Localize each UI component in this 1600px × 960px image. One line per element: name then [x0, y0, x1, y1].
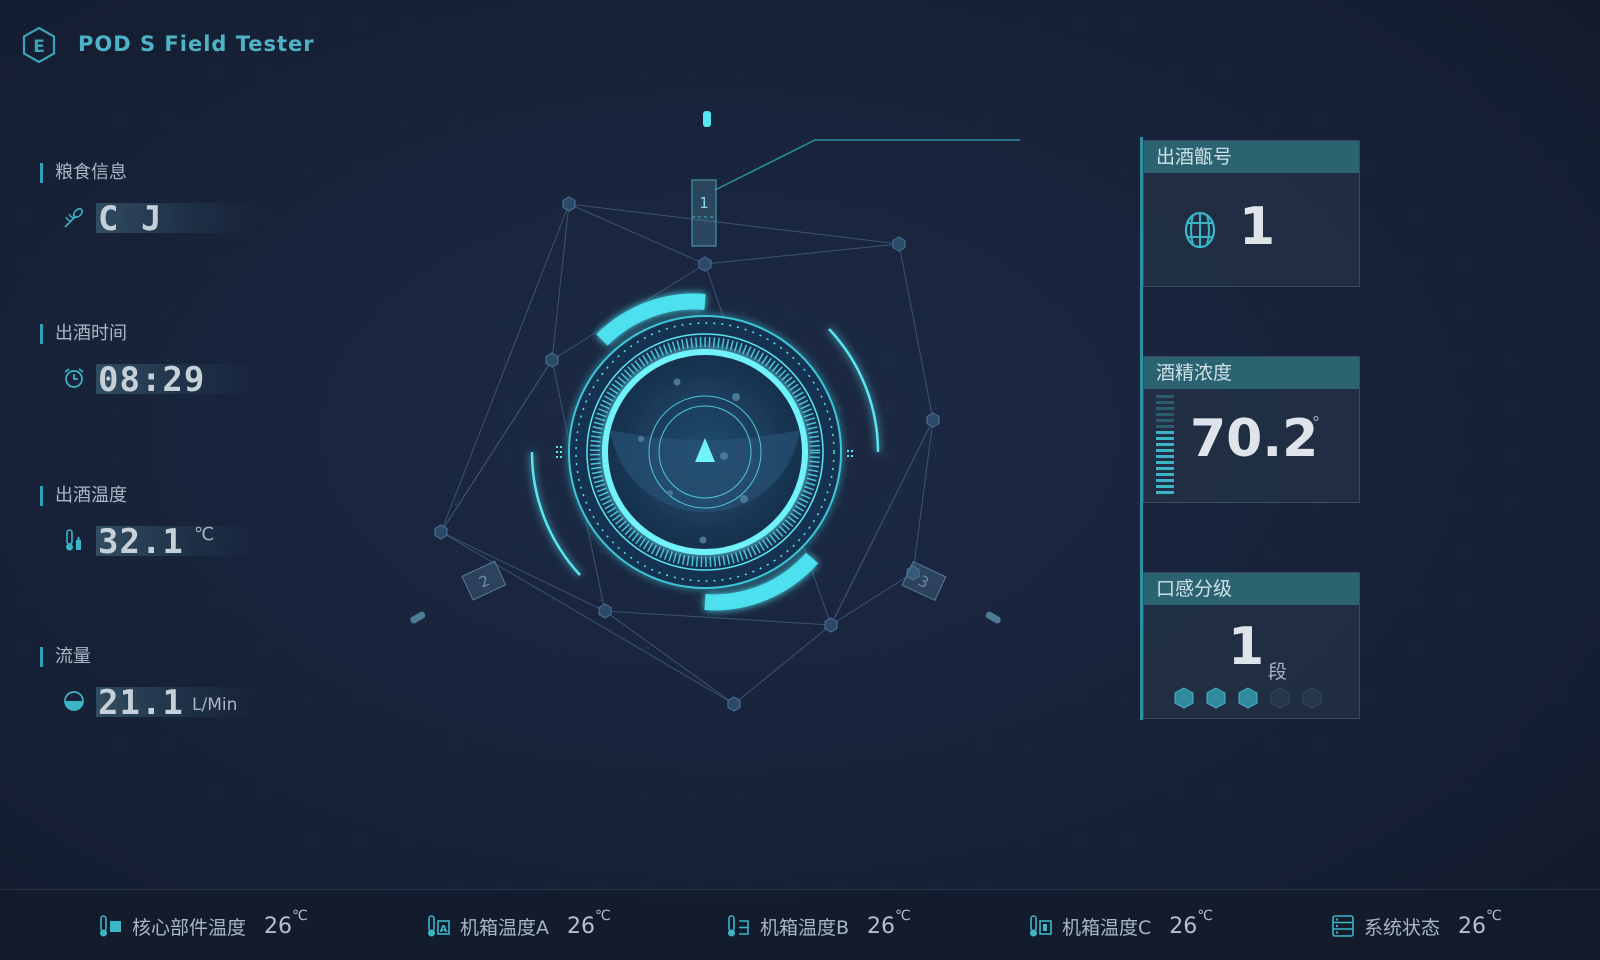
connector-line [714, 139, 1020, 191]
info-flow-label: 流量 [40, 647, 260, 667]
card-alcohol-title: 酒精浓度 [1144, 357, 1359, 389]
info-time: 出酒时间 08:29 [40, 324, 260, 400]
status-footer: 核心部件温度 26℃ A 机箱温度A 26℃ 机箱温度B 26℃ 机箱温度C 2… [0, 889, 1600, 960]
taste-grade-value: 1 [1228, 617, 1265, 677]
footer-core-temp-label: 核心部件温度 [132, 916, 247, 939]
card-taste-grade: 口感分级 1 段 [1143, 572, 1360, 719]
temperature-value: 32.1 [98, 522, 184, 562]
main-dial [556, 315, 853, 589]
footer-case-temp-b: 机箱温度B 26℃ [726, 908, 911, 940]
footer-unit: ℃ [895, 907, 911, 924]
info-grain: 粮食信息 C J [40, 163, 260, 239]
case-temp-a-icon: A [428, 915, 450, 937]
thermometer-icon [66, 529, 81, 551]
alarm-clock-icon [64, 368, 84, 388]
footer-system-status-label: 系统状态 [1364, 916, 1441, 939]
footer-case-temp-a-value: 26 [567, 913, 595, 939]
still-number-value: 1 [1239, 197, 1276, 257]
flow-value: 21.1 [98, 683, 184, 723]
footer-unit: ℃ [1486, 907, 1502, 924]
taste-rating [1174, 687, 1322, 709]
card-taste-grade-title: 口感分级 [1144, 573, 1359, 605]
marker-3: 3 [901, 560, 947, 602]
footer-core-temp-value: 26 [264, 913, 293, 939]
app-title: POD S Field Tester [78, 32, 315, 56]
app-logo: E [22, 26, 56, 64]
flow-unit: L/Min [192, 695, 238, 715]
rating-hexagon-icon [1270, 687, 1290, 709]
footer-system-status: 系统状态 26℃ [1330, 908, 1502, 940]
footer-case-temp-a-label: 机箱温度A [460, 916, 549, 939]
alcohol-value: 70.2 [1190, 409, 1319, 469]
svg-text:1: 1 [699, 194, 709, 212]
marker-2: 2 [461, 560, 507, 601]
footer-system-status-value: 26 [1458, 913, 1487, 939]
grain-value: C J [98, 199, 163, 239]
core-temp-icon [100, 915, 121, 937]
footer-case-temp-b-value: 26 [867, 913, 896, 939]
footer-unit: ℃ [1197, 907, 1214, 924]
svg-text:A: A [440, 924, 448, 935]
footer-case-temp-a: A 机箱温度A 26℃ [426, 908, 611, 940]
card-still-number: 出酒甑号 1 [1143, 140, 1360, 287]
alcohol-unit: ° [1312, 413, 1320, 432]
footer-unit: ℃ [595, 907, 611, 924]
footer-case-temp-c: 机箱温度C 26℃ [1028, 908, 1213, 940]
case-temp-c-icon [1030, 915, 1052, 937]
right-pill [985, 611, 1001, 624]
taste-grade-unit: 段 [1268, 661, 1288, 683]
card-alcohol: 酒精浓度 70.2 ° [1143, 356, 1360, 503]
footer-core-temp: 核心部件温度 26℃ [98, 908, 308, 940]
info-grain-label: 粮食信息 [40, 163, 260, 183]
rating-hexagon-icon [1174, 687, 1194, 709]
time-value: 08:29 [98, 360, 206, 400]
top-pin [703, 111, 711, 127]
info-time-label: 出酒时间 [40, 324, 260, 344]
flow-gauge-icon [64, 691, 84, 711]
still-visualization: 1 2 3 [410, 111, 1020, 712]
temperature-unit: ℃ [194, 524, 215, 545]
case-temp-b-icon [728, 915, 749, 937]
info-temperature: 出酒温度 32.1 ℃ [40, 486, 260, 562]
left-pill [410, 611, 426, 624]
rating-hexagon-icon [1302, 687, 1322, 709]
info-temperature-label: 出酒温度 [40, 486, 260, 506]
wheat-icon [64, 208, 83, 228]
footer-case-temp-c-label: 机箱温度C [1062, 916, 1152, 939]
card-still-number-title: 出酒甑号 [1144, 141, 1359, 173]
rating-hexagon-icon [1206, 687, 1226, 709]
server-status-icon [1332, 915, 1354, 937]
barrel-icon [1184, 211, 1216, 249]
svg-text:E: E [33, 37, 45, 57]
level-bars-icon [1156, 395, 1174, 494]
marker-1: 1 [691, 179, 717, 247]
rating-hexagon-icon [1238, 687, 1258, 709]
info-flow: 流量 21.1 L/Min [40, 647, 260, 723]
footer-case-temp-b-label: 机箱温度B [760, 916, 850, 939]
footer-case-temp-c-value: 26 [1169, 913, 1198, 939]
footer-unit: ℃ [292, 907, 308, 924]
